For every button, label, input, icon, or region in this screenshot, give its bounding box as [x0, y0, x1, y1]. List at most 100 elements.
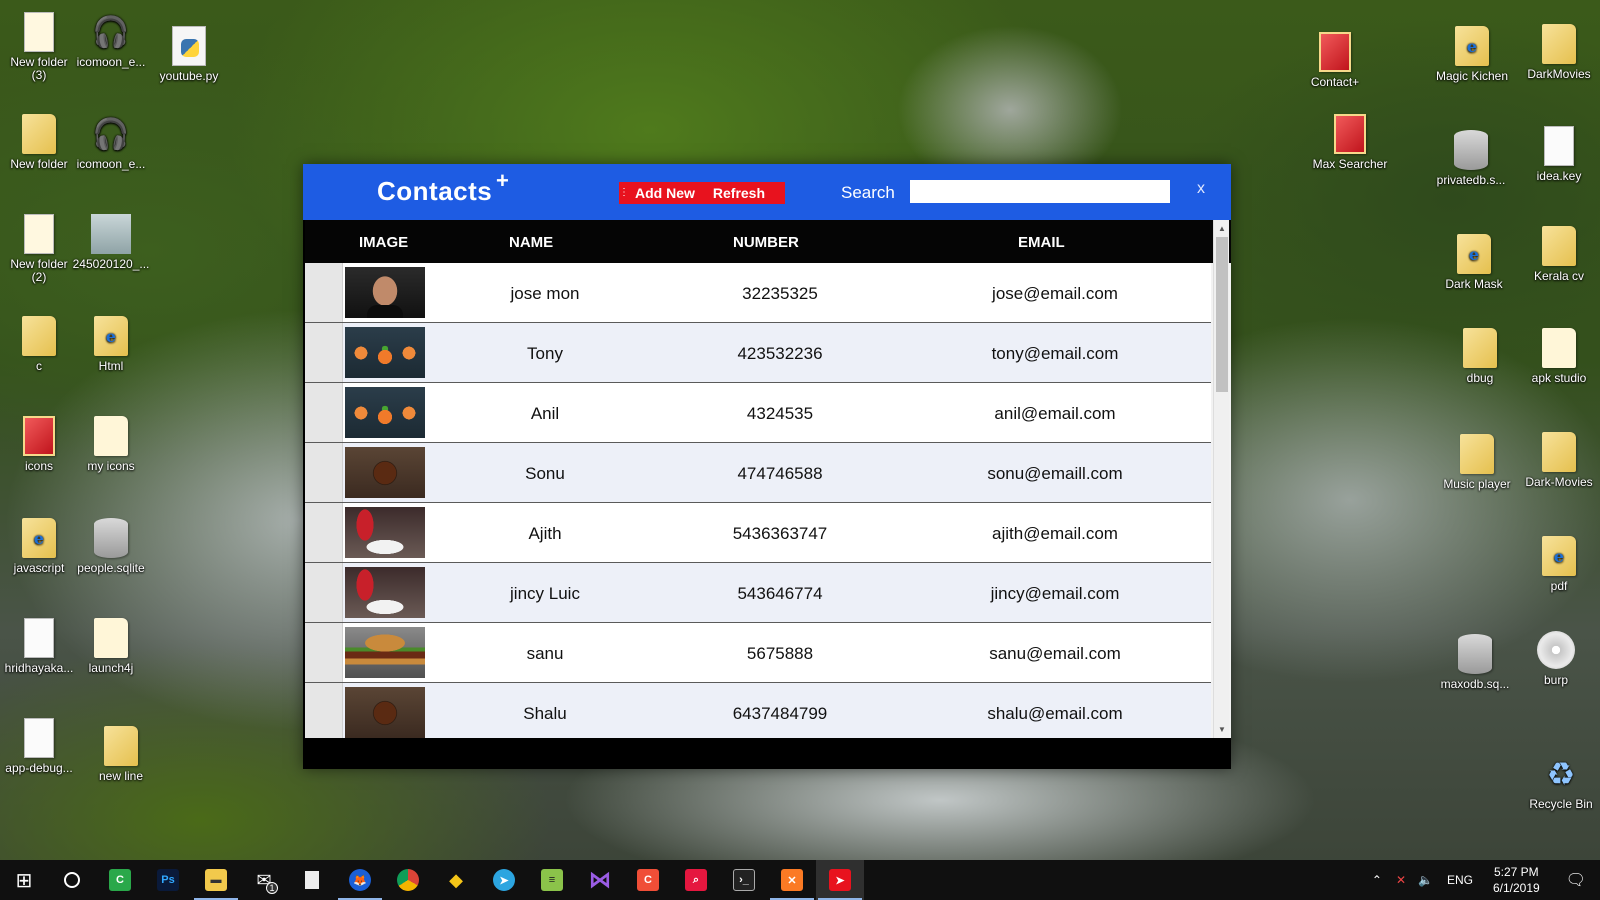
vertical-scrollbar[interactable]: ▲ ▼ [1213, 220, 1229, 738]
table-row[interactable]: sanu 5675888 sanu@email.com [305, 623, 1211, 683]
desktop-icon-label: 245020120_... [72, 257, 150, 271]
desktop-icon-dbug[interactable]: dbug [1441, 326, 1519, 385]
desktop-icon-pdf[interactable]: e pdf [1520, 534, 1598, 593]
table-row[interactable]: Shalu 6437484799 shalu@email.com [305, 683, 1211, 738]
table-row[interactable]: jose mon 32235325 jose@email.com [305, 263, 1211, 323]
table-row[interactable]: Sonu 474746588 sonu@emaill.com [305, 443, 1211, 503]
mail-icon[interactable]: ✉ 1 [240, 860, 288, 900]
sketch-icon[interactable]: ◆ [432, 860, 480, 900]
contact-photo [345, 567, 425, 618]
grip-icon[interactable]: ⋮ [619, 188, 629, 198]
visual-studio-icon[interactable]: ⋈ [576, 860, 624, 900]
add-new-button[interactable]: Add New [629, 185, 701, 201]
contact-number: 543646774 [737, 584, 823, 603]
row-selector[interactable] [305, 323, 343, 382]
volume-icon[interactable]: 🔈 [1412, 873, 1439, 887]
table-row[interactable]: Tony 423532236 tony@email.com [305, 323, 1211, 383]
firefox-icon[interactable]: 🦊 [336, 860, 384, 900]
photoshop-icon[interactable]: Ps [144, 860, 192, 900]
database-icon [1455, 632, 1495, 676]
red-folder-icon [1330, 112, 1370, 156]
desktop-icon-new-folder-3[interactable]: New folder (3) [0, 10, 78, 82]
scroll-up-icon[interactable]: ▲ [1214, 220, 1230, 237]
chevron-up-icon[interactable]: ⌃ [1364, 873, 1390, 887]
desktop-icon-hridhayaka[interactable]: hridhayaka... [0, 616, 78, 675]
row-selector[interactable] [305, 683, 343, 738]
desktop-icon-my-icons[interactable]: my icons [72, 414, 150, 473]
contact-email: ajith@email.com [992, 524, 1118, 543]
search-input[interactable] [910, 180, 1170, 203]
column-header-number[interactable]: NUMBER [733, 234, 799, 251]
desktop-icon-label: privatedb.s... [1436, 173, 1506, 187]
desktop-icon-new-folder[interactable]: New folder [0, 112, 78, 171]
desktop-icon-kerala-cv[interactable]: Kerala cv [1520, 224, 1598, 283]
file-icon[interactable] [288, 860, 336, 900]
codeblocks-icon[interactable]: C [624, 860, 672, 900]
column-header-image[interactable]: IMAGE [359, 234, 408, 251]
desktop-icon-burp[interactable]: burp [1517, 628, 1595, 687]
titlebar: Contacts + ⋮ Add New Refresh Search x [303, 164, 1231, 220]
close-button[interactable]: x [1191, 180, 1211, 198]
desktop-icon-new-line[interactable]: new line [82, 724, 160, 783]
scroll-down-icon[interactable]: ▼ [1214, 721, 1230, 738]
clock[interactable]: 5:27 PM 6/1/2019 [1481, 864, 1552, 896]
desktop-icon-photo[interactable]: 245020120_... [72, 212, 150, 271]
desktop-icon-recycle-bin[interactable]: ♻ Recycle Bin [1522, 752, 1600, 811]
network-icon[interactable]: ✕ [1390, 873, 1412, 887]
desktop-icon-label: burp [1543, 673, 1569, 687]
xampp-icon[interactable]: ✕ [768, 860, 816, 900]
desktop-icon-max-searcher[interactable]: Max Searcher [1311, 112, 1389, 171]
desktop-icon-new-folder-2[interactable]: New folder (2) [0, 212, 78, 284]
desktop-icon-contact-plus[interactable]: Contact+ [1296, 30, 1374, 89]
desktop-icon-icons[interactable]: icons [0, 414, 78, 473]
row-selector[interactable] [305, 503, 343, 562]
table-row[interactable]: Ajith 5436363747 ajith@email.com [305, 503, 1211, 563]
language-indicator[interactable]: ENG [1439, 873, 1481, 887]
desktop-icon-magic-kichen[interactable]: e Magic Kichen [1433, 24, 1511, 83]
folder-icon [19, 314, 59, 358]
row-selector[interactable] [305, 563, 343, 622]
desktop-icon-launch4j[interactable]: launch4j [72, 616, 150, 675]
desktop-icon-darkmovies[interactable]: DarkMovies [1520, 22, 1598, 81]
row-selector[interactable] [305, 623, 343, 682]
camtasia-icon[interactable]: C [96, 860, 144, 900]
add-contact-plus-button[interactable]: + [496, 168, 509, 194]
desktop-icon-dark-mask[interactable]: e Dark Mask [1435, 232, 1513, 291]
telegram-icon[interactable]: ➤ [480, 860, 528, 900]
table-row[interactable]: Anil 4324535 anil@email.com [305, 383, 1211, 443]
desktop-icon-youtube-py[interactable]: youtube.py [150, 24, 228, 83]
column-header-email[interactable]: EMAIL [1018, 234, 1065, 251]
search-label: Search [841, 183, 895, 202]
desktop-icon-people-sqlite[interactable]: people.sqlite [72, 516, 150, 575]
row-selector[interactable] [305, 443, 343, 502]
refresh-button[interactable]: Refresh [707, 185, 771, 201]
desktop-icon-maxodb[interactable]: maxodb.sq... [1436, 632, 1514, 691]
file-explorer-icon[interactable]: ▬ [192, 860, 240, 900]
row-selector[interactable] [305, 263, 343, 322]
search-app-icon[interactable]: ⌕ [672, 860, 720, 900]
desktop-icon-html[interactable]: e Html [72, 314, 150, 373]
notepad-icon[interactable]: ≡ [528, 860, 576, 900]
row-selector[interactable] [305, 383, 343, 442]
contact-number: 32235325 [742, 284, 818, 303]
desktop-icon-idea-key[interactable]: idea.key [1520, 124, 1598, 183]
desktop-icon-music-player[interactable]: Music player [1438, 432, 1516, 491]
notification-icon[interactable]: 🗨 [1552, 870, 1600, 890]
desktop-icon-app-debug[interactable]: app-debug... [0, 716, 78, 775]
desktop-icon-c[interactable]: c [0, 314, 78, 373]
scrollbar-thumb[interactable] [1216, 237, 1228, 392]
contacts-app-icon[interactable]: ➤ [816, 860, 864, 900]
desktop-icon-icomoon-1[interactable]: 🎧 icomoon_e... [72, 10, 150, 69]
windows-start-icon[interactable]: ⊞ [0, 860, 48, 900]
desktop-icon-privatedb[interactable]: privatedb.s... [1432, 128, 1510, 187]
desktop-icon-icomoon-2[interactable]: 🎧 icomoon_e... [72, 112, 150, 171]
desktop-icon-dark-movies[interactable]: Dark-Movies [1520, 430, 1598, 489]
desktop-icon-apk-studio[interactable]: apk studio [1520, 326, 1598, 385]
chrome-icon[interactable] [384, 860, 432, 900]
table-row[interactable]: jincy Luic 543646774 jincy@email.com [305, 563, 1211, 623]
terminal-icon[interactable]: ›_ [720, 860, 768, 900]
column-header-name[interactable]: NAME [509, 234, 553, 251]
contact-photo [345, 267, 425, 318]
cortana-icon[interactable] [48, 860, 96, 900]
desktop-icon-javascript[interactable]: e javascript [0, 516, 78, 575]
